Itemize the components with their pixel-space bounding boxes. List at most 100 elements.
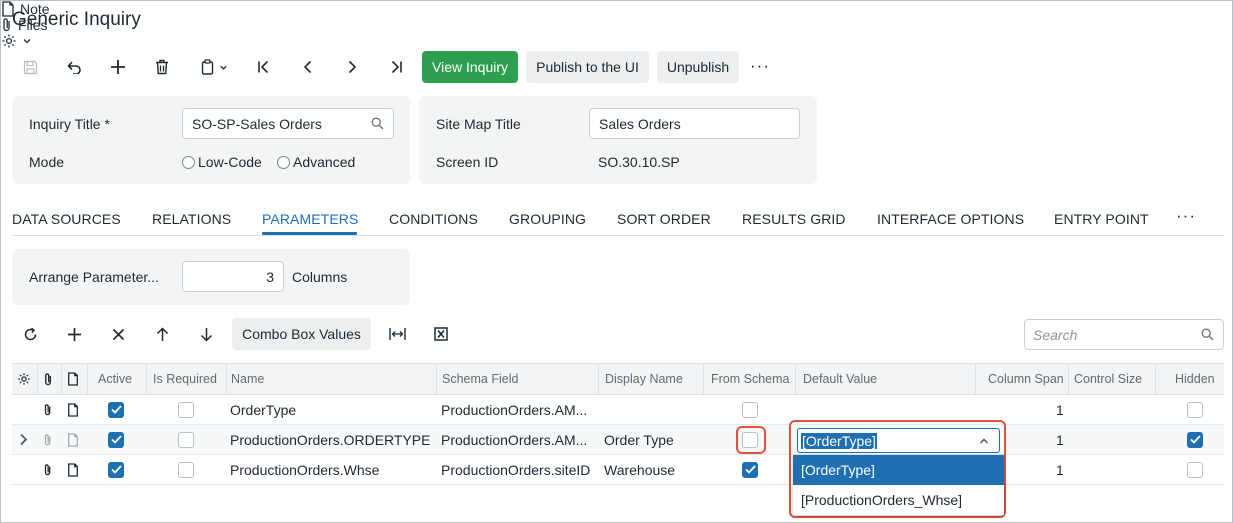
fit-to-screen-button[interactable] [384,323,410,345]
from-schema-checkbox[interactable] [742,395,758,424]
site-map-title-field[interactable]: Sales Orders [589,108,800,139]
move-down-button[interactable] [193,323,219,345]
column-header-schema-field[interactable]: Schema Field [442,364,518,394]
schema-field-cell[interactable]: ProductionOrders.AM... [441,395,593,424]
column-span-cell[interactable]: 1 [1056,395,1064,424]
default-value-selected-text: [OrderType] [801,432,877,449]
tabs-more-button[interactable]: ··· [1176,206,1196,226]
row-attachment[interactable] [43,455,53,484]
column-span-cell[interactable]: 1 [1056,455,1064,484]
view-inquiry-button[interactable]: View Inquiry [422,51,518,83]
schema-field-cell[interactable]: ProductionOrders.AM... [441,425,593,454]
dropdown-option-ordertype[interactable]: [OrderType] [793,455,1004,485]
next-record-button[interactable] [338,53,366,81]
copy-paste-button[interactable] [194,53,234,81]
is-required-checkbox[interactable] [178,455,194,484]
active-checkbox[interactable] [108,395,124,424]
column-span-cell[interactable]: 1 [1056,425,1064,454]
dropdown-option-productionorders-whse[interactable]: [ProductionOrders_Whse] [793,485,1004,515]
combo-box-values-button[interactable]: Combo Box Values [232,318,371,350]
publish-to-ui-button[interactable]: Publish to the UI [526,51,649,83]
row-attachment[interactable] [43,395,53,424]
hidden-checkbox[interactable] [1187,425,1203,454]
chevron-right-icon [19,433,28,446]
active-checkbox[interactable] [108,425,124,454]
column-header-from-schema[interactable]: From Schema [711,364,790,394]
column-header-name[interactable]: Name [231,364,264,394]
name-cell[interactable]: OrderType [230,395,296,424]
tab-interface-options[interactable]: INTERFACE OPTIONS [877,211,1024,227]
mode-low-code-radio[interactable]: Low-Code [182,154,262,170]
note-button[interactable]: Note [1,1,1232,17]
chevron-down-icon [22,36,32,46]
mode-advanced-radio[interactable]: Advanced [277,154,355,170]
save-button[interactable] [16,53,44,81]
more-actions-button[interactable]: ··· [750,56,770,76]
arrange-columns-input[interactable]: 3 [182,261,284,292]
column-settings-header[interactable] [17,364,33,394]
tab-sort-order[interactable]: SORT ORDER [617,211,711,227]
display-name-cell[interactable]: Warehouse [604,455,675,484]
tab-results-grid[interactable]: RESULTS GRID [742,211,846,227]
tab-relations[interactable]: RELATIONS [152,211,231,227]
tab-data-sources[interactable]: DATA SOURCES [12,211,121,227]
column-header-hidden[interactable]: Hidden [1175,364,1215,394]
column-separator [1155,364,1156,394]
tab-entry-point[interactable]: ENTRY POINT [1054,211,1149,227]
name-cell[interactable]: ProductionOrders.Whse [230,455,379,484]
from-schema-checkbox[interactable] [742,455,758,484]
row-note[interactable] [67,425,79,454]
search-icon[interactable] [371,117,384,130]
delete-row-button[interactable] [105,323,131,345]
refresh-button[interactable] [17,323,43,345]
column-header-is-required[interactable]: Is Required [153,364,217,394]
export-excel-button[interactable] [428,323,454,345]
paperclip-icon [43,372,54,387]
copy-paste-icon [201,59,215,75]
previous-record-button[interactable] [294,53,322,81]
column-header-column-span[interactable]: Column Span [988,364,1064,394]
column-header-display-name[interactable]: Display Name [605,364,683,394]
row-note[interactable] [67,455,79,484]
display-name-cell[interactable]: Order Type [604,425,674,454]
name-cell[interactable]: ProductionOrders.ORDERTYPE [230,425,430,454]
add-row-button[interactable] [61,323,87,345]
column-separator [975,364,976,394]
table-row[interactable]: ProductionOrders.Whse ProductionOrders.s… [12,455,1224,485]
first-record-button[interactable] [250,53,278,81]
delete-button[interactable] [148,53,176,81]
tab-grouping[interactable]: GROUPING [509,211,586,227]
settings-menu-button[interactable] [1,33,1232,49]
inquiry-title-value: SO-SP-Sales Orders [192,115,322,132]
add-button[interactable] [104,53,132,81]
column-header-active[interactable]: Active [98,364,132,394]
column-separator [436,364,437,394]
chevron-up-icon[interactable] [979,437,989,445]
column-separator [37,364,38,394]
grid-search-input[interactable]: Search [1024,319,1224,350]
hidden-checkbox[interactable] [1187,395,1203,424]
undo-button[interactable] [60,53,88,81]
is-required-checkbox[interactable] [178,425,194,454]
unpublish-button[interactable]: Unpublish [657,51,739,83]
arrow-down-icon [200,327,213,342]
active-checkbox[interactable] [108,455,124,484]
column-header-default-value[interactable]: Default Value [803,364,877,394]
table-row[interactable]: ProductionOrders.ORDERTYPE ProductionOrd… [12,425,1224,455]
default-value-combobox[interactable]: [OrderType] [797,428,1000,453]
column-separator [598,364,599,394]
hidden-checkbox[interactable] [1187,455,1203,484]
row-note[interactable] [67,395,79,424]
last-record-button[interactable] [382,53,410,81]
move-up-button[interactable] [149,323,175,345]
table-row[interactable]: OrderType ProductionOrders.AM... 1 [12,395,1224,425]
is-required-checkbox[interactable] [178,395,194,424]
column-header-control-size[interactable]: Control Size [1074,364,1142,394]
files-button[interactable]: Files [1,17,1232,33]
row-attachment[interactable] [43,425,53,454]
tab-parameters[interactable]: PARAMETERS [262,211,358,227]
schema-field-cell[interactable]: ProductionOrders.siteID [441,455,593,484]
tab-conditions[interactable]: CONDITIONS [389,211,478,227]
inquiry-title-field[interactable]: SO-SP-Sales Orders [182,108,394,139]
row-expand-button[interactable] [19,425,28,454]
